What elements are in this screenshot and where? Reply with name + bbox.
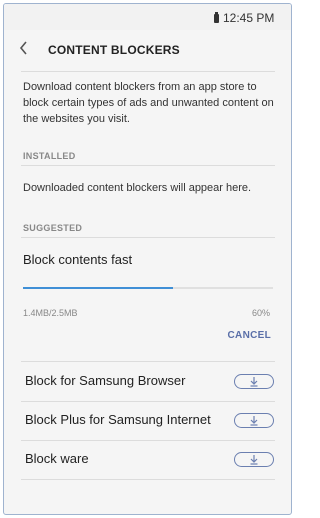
cancel-button[interactable]: CANCEL — [228, 330, 271, 341]
chevron-left-icon[interactable] — [14, 38, 34, 58]
download-progress-fill — [23, 287, 173, 289]
page-title: CONTENT BLOCKERS — [48, 43, 180, 57]
divider — [21, 165, 275, 166]
status-bar: 12:45 PM — [4, 4, 291, 30]
download-button[interactable] — [234, 452, 274, 467]
download-button[interactable] — [234, 374, 274, 389]
list-item-label: Block ware — [25, 451, 89, 466]
list-item-label: Block for Samsung Browser — [25, 373, 186, 388]
phone-screen: 12:45 PM CONTENT BLOCKERS Download conte… — [3, 3, 292, 515]
download-percent-text: 60% — [251, 308, 270, 318]
installed-section-header: INSTALLED — [23, 151, 76, 161]
download-icon — [250, 455, 258, 465]
suggested-section-header: SUGGESTED — [23, 223, 83, 233]
description-text: Download content blockers from an app st… — [23, 81, 274, 125]
download-progress-bar — [23, 287, 273, 289]
battery-icon — [214, 12, 219, 23]
download-button[interactable] — [234, 413, 274, 428]
divider — [21, 71, 275, 72]
download-size-text: 1.4MB/2.5MB — [23, 308, 78, 318]
installed-empty-text: Downloaded content blockers will appear … — [23, 182, 252, 194]
list-item-label: Block Plus for Samsung Internet — [25, 412, 211, 427]
list-item[interactable]: Block Plus for Samsung Internet — [23, 401, 275, 440]
app-bar: CONTENT BLOCKERS — [4, 30, 291, 68]
download-icon — [250, 377, 258, 387]
list-item[interactable]: Block for Samsung Browser — [23, 362, 275, 401]
divider — [21, 237, 275, 238]
downloading-item-title: Block contents fast — [23, 252, 133, 267]
status-time: 12:45 PM — [223, 11, 275, 25]
download-icon — [250, 416, 258, 426]
divider — [21, 479, 275, 480]
list-item[interactable]: Block ware — [23, 440, 275, 479]
